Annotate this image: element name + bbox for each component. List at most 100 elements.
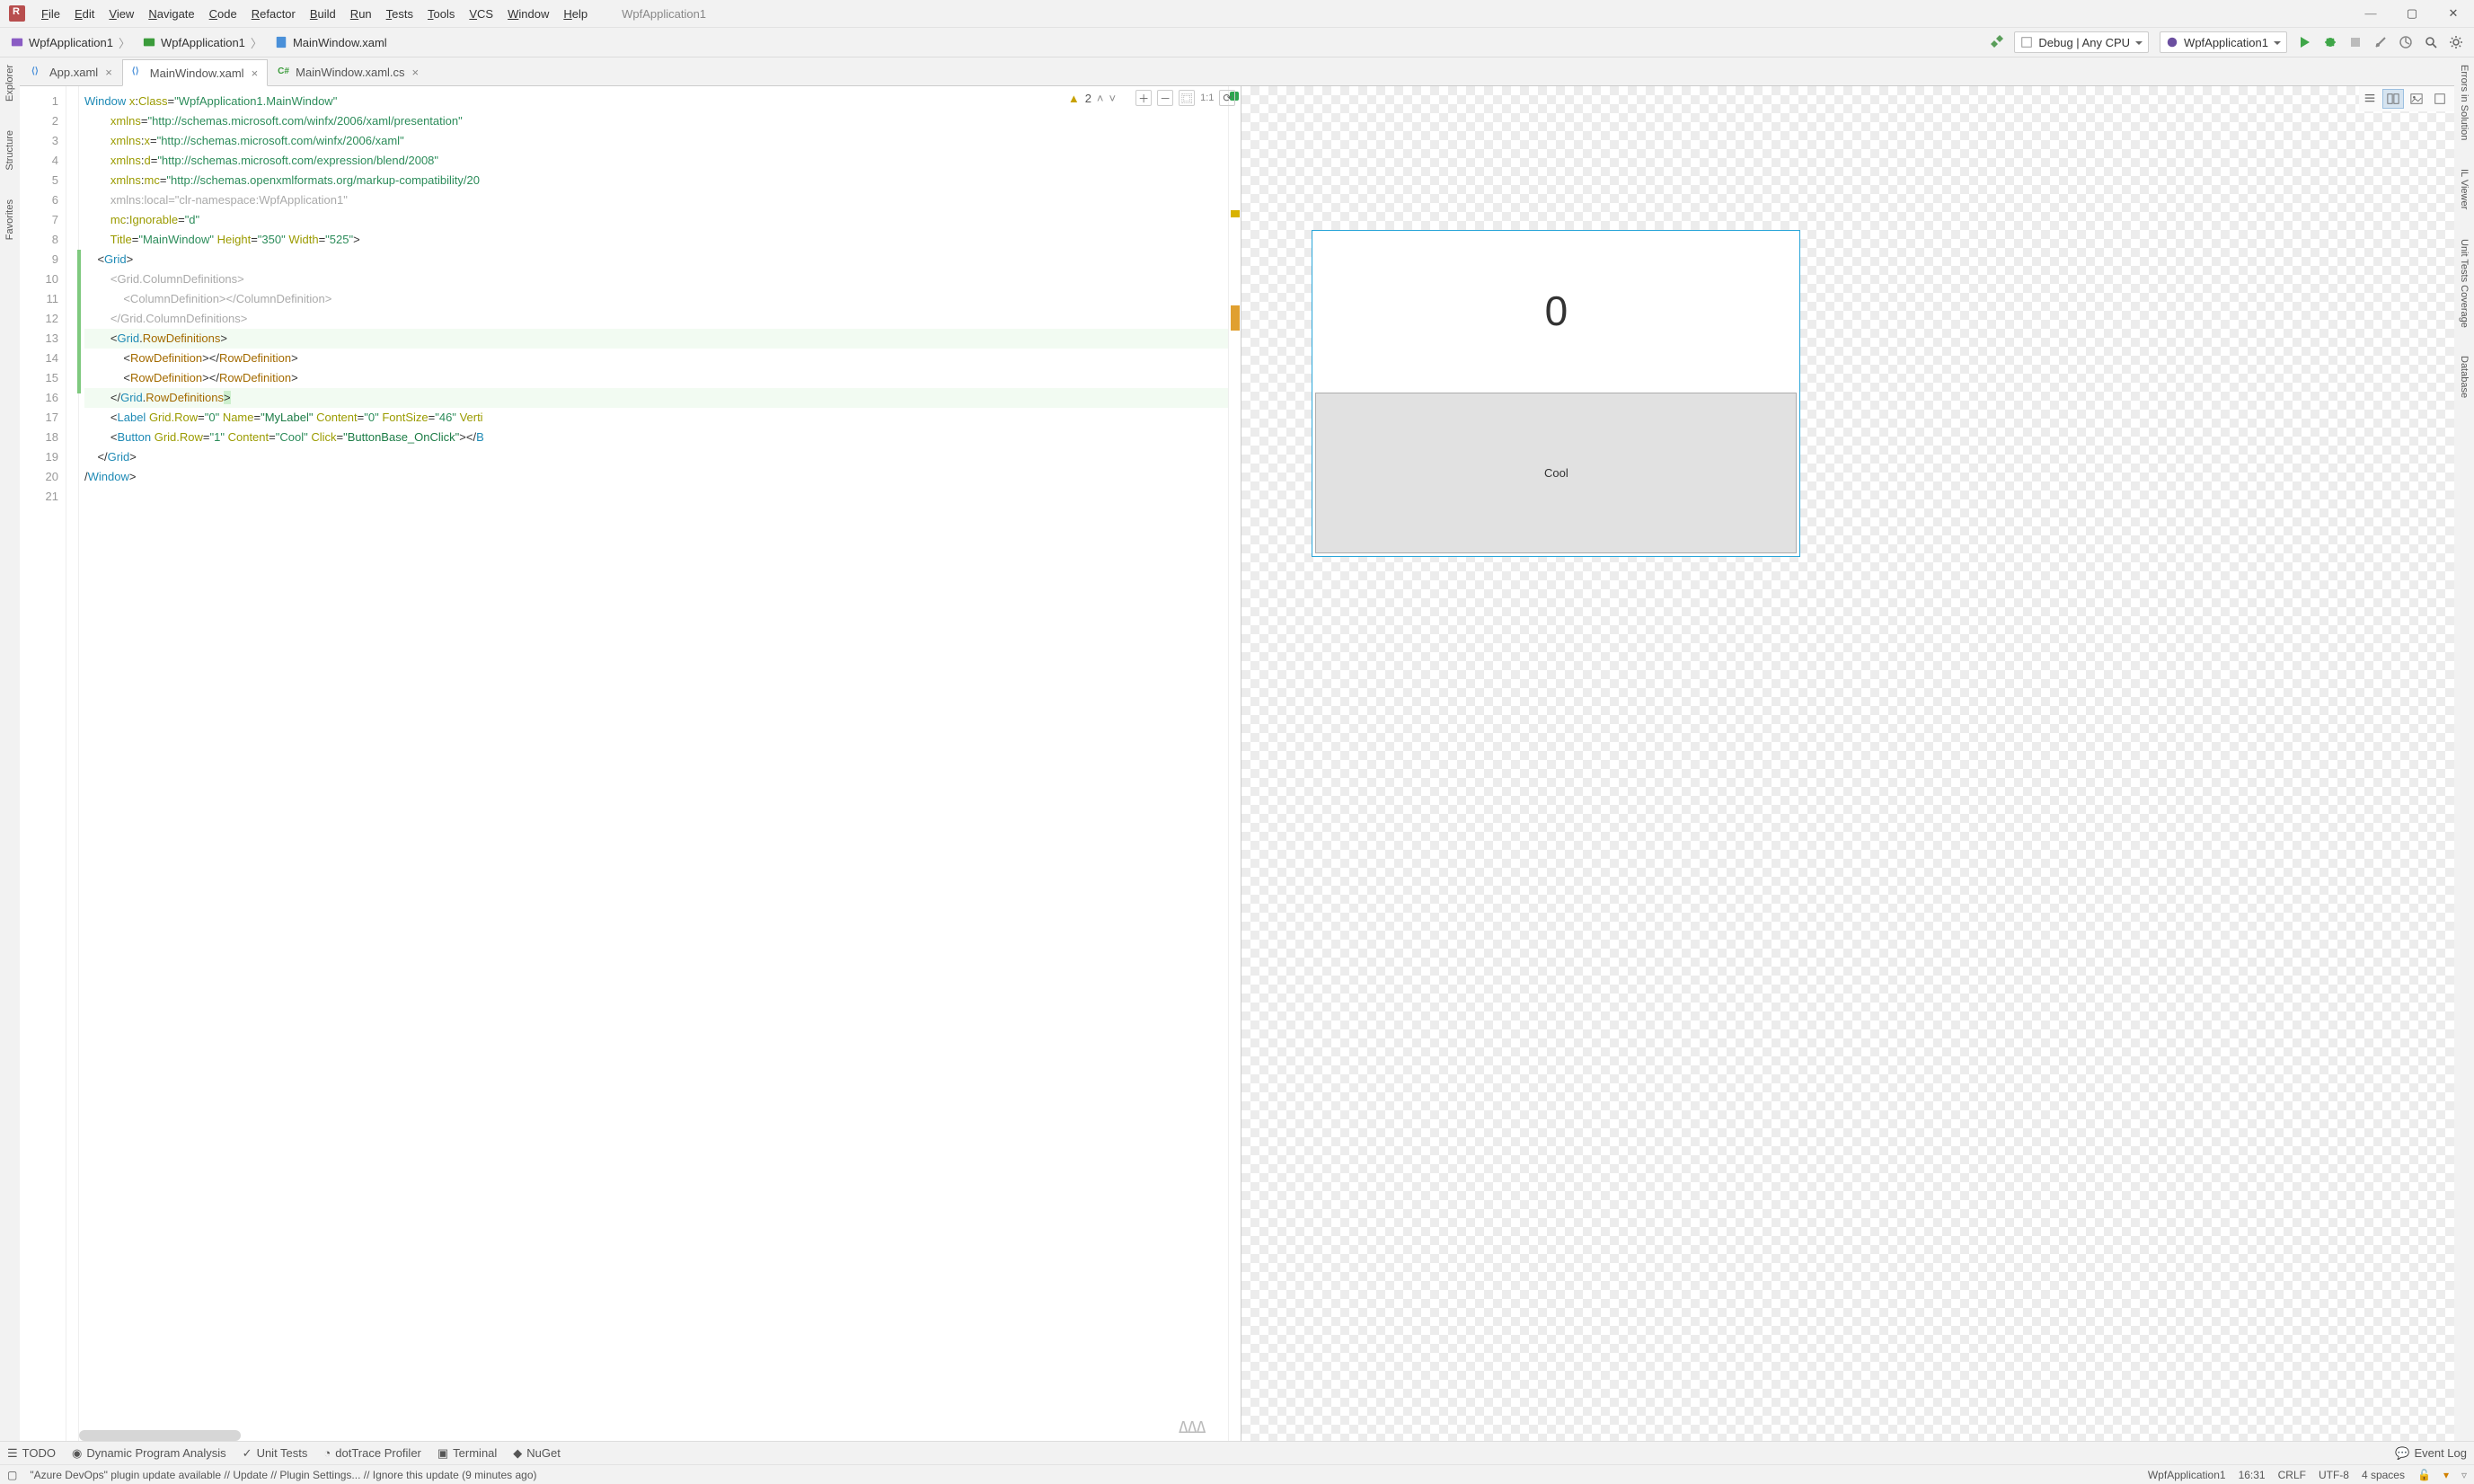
code-line[interactable]: <Grid> (84, 250, 1228, 269)
preview-canvas[interactable]: 0 Cool (1241, 86, 2454, 1441)
menu-tests[interactable]: Tests (379, 4, 420, 24)
more-icon[interactable]: ▿ (2461, 1469, 2467, 1481)
close-tab-button[interactable]: × (252, 66, 259, 80)
code-line[interactable]: xmlns:mc="http://schemas.openxmlformats.… (84, 171, 1228, 190)
refresh-button[interactable]: ⟳ (1219, 90, 1235, 106)
maximize-button[interactable]: ▢ (2391, 0, 2433, 27)
breadcrumb-solution[interactable]: WpfApplication1 〉 (5, 32, 139, 53)
nuget-tool-tab[interactable]: ◆NuGet (513, 1446, 561, 1461)
build-config-selector[interactable]: Debug | Any CPU (2014, 31, 2149, 53)
view-mode-fullscreen[interactable] (2429, 89, 2451, 109)
menu-help[interactable]: Help (556, 4, 595, 24)
code-line[interactable]: <RowDefinition></RowDefinition> (84, 368, 1228, 388)
editor-tab[interactable]: C#MainWindow.xaml.cs× (268, 58, 429, 85)
database-tool-tab[interactable]: Database (2459, 352, 2470, 402)
zoom-reset-button[interactable]: 1:1 (1200, 93, 1214, 103)
code-line[interactable]: <RowDefinition></RowDefinition> (84, 349, 1228, 368)
close-tab-button[interactable]: × (412, 66, 420, 79)
minimize-button[interactable]: — (2350, 0, 2391, 27)
view-mode-split[interactable] (2382, 89, 2404, 109)
dpa-tool-tab[interactable]: ◉Dynamic Program Analysis (72, 1446, 226, 1461)
prev-highlight-button[interactable]: ˄ (1097, 92, 1104, 105)
zoom-in-button[interactable]: ＋ (1135, 90, 1152, 106)
view-mode-code[interactable] (2359, 89, 2381, 109)
unit-tests-coverage-tool-tab[interactable]: Unit Tests Coverage (2459, 235, 2470, 331)
menu-window[interactable]: Window (500, 4, 556, 24)
status-project[interactable]: WpfApplication1 (2148, 1469, 2226, 1481)
stop-button[interactable] (2345, 31, 2366, 53)
profile-button[interactable] (2395, 31, 2417, 53)
warning-count[interactable]: 2 (1085, 92, 1091, 105)
close-tab-button[interactable]: × (105, 66, 112, 79)
unit-tests-tool-tab[interactable]: ✓Unit Tests (243, 1446, 308, 1461)
inlay-hints-icon: ΔΔΔ (1179, 1418, 1206, 1437)
readonly-lock-icon[interactable]: 🔓 (2417, 1469, 2431, 1481)
menu-run[interactable]: Run (343, 4, 379, 24)
code-line[interactable]: </Grid> (84, 447, 1228, 467)
attach-button[interactable] (2370, 31, 2391, 53)
horizontal-scrollbar[interactable] (79, 1430, 241, 1441)
code-line[interactable]: xmlns:x="http://schemas.microsoft.com/wi… (84, 131, 1228, 151)
menu-tools[interactable]: Tools (420, 4, 462, 24)
todo-tool-tab[interactable]: ☰TODO (7, 1446, 56, 1461)
code-line[interactable]: </Grid.ColumnDefinitions> (84, 309, 1228, 329)
debug-button[interactable] (2319, 31, 2341, 53)
code-line[interactable]: <Button Grid.Row="1" Content="Cool" Clic… (84, 428, 1228, 447)
search-everywhere-button[interactable] (2420, 31, 2442, 53)
run-button[interactable] (2294, 31, 2316, 53)
code-line[interactable]: <Label Grid.Row="0" Name="MyLabel" Conte… (84, 408, 1228, 428)
menu-edit[interactable]: Edit (67, 4, 102, 24)
status-message[interactable]: "Azure DevOps" plugin update available /… (30, 1469, 536, 1481)
event-log-tool-tab[interactable]: 💬Event Log (2395, 1446, 2467, 1461)
errors-in-solution-tool-tab[interactable]: Errors in Solution (2459, 61, 2470, 144)
zoom-out-button[interactable]: － (1157, 90, 1173, 106)
view-mode-design[interactable] (2406, 89, 2427, 109)
code-line[interactable]: mc:Ignorable="d" (84, 210, 1228, 230)
editor-tab[interactable]: ⟨⟩App.xaml× (22, 58, 122, 85)
settings-button[interactable] (2445, 31, 2467, 53)
code-line[interactable]: Title="MainWindow" Height="350" Width="5… (84, 230, 1228, 250)
explorer-tool-tab[interactable]: Explorer (4, 61, 15, 105)
code-line[interactable]: Window x:Class="WpfApplication1.MainWind… (84, 92, 1228, 111)
menu-code[interactable]: Code (202, 4, 244, 24)
code-line[interactable]: xmlns:d="http://schemas.microsoft.com/ex… (84, 151, 1228, 171)
menu-build[interactable]: Build (303, 4, 343, 24)
menu-vcs[interactable]: VCS (462, 4, 500, 24)
menu-view[interactable]: View (102, 4, 141, 24)
editor-tab[interactable]: ⟨⟩MainWindow.xaml× (122, 59, 268, 86)
code-line[interactable] (84, 487, 1228, 507)
dottrace-tool-tab[interactable]: ◔dotTrace Profiler (323, 1446, 420, 1460)
code-line[interactable]: xmlns:local="clr-namespace:WpfApplicatio… (84, 190, 1228, 210)
terminal-tool-tab[interactable]: ▣Terminal (437, 1446, 497, 1461)
code-line[interactable]: /Window> (84, 467, 1228, 487)
close-button[interactable]: ✕ (2433, 0, 2474, 27)
warning-marker[interactable] (1231, 210, 1240, 217)
code-line[interactable]: <ColumnDefinition></ColumnDefinition> (84, 289, 1228, 309)
indent-info[interactable]: 4 spaces (2362, 1469, 2405, 1481)
warning-marker[interactable] (1231, 305, 1240, 331)
line-separator[interactable]: CRLF (2278, 1469, 2306, 1481)
next-highlight-button[interactable]: ˅ (1109, 92, 1117, 105)
tool-windows-toggle-icon[interactable]: ▢ (7, 1469, 17, 1481)
memory-indicator-icon[interactable]: ▾ (2443, 1469, 2449, 1481)
caret-position[interactable]: 16:31 (2239, 1469, 2266, 1481)
code-line[interactable]: <Grid.RowDefinitions> (84, 329, 1228, 349)
run-config-selector[interactable]: WpfApplication1 (2160, 31, 2287, 53)
menu-file[interactable]: File (34, 4, 67, 24)
menu-refactor[interactable]: Refactor (244, 4, 303, 24)
il-viewer-tool-tab[interactable]: IL Viewer (2459, 165, 2470, 213)
breadcrumb-project[interactable]: WpfApplication1 〉 (137, 32, 271, 53)
breadcrumb-file[interactable]: MainWindow.xaml (269, 34, 396, 51)
build-button[interactable] (1985, 31, 2007, 53)
structure-tool-tab[interactable]: Structure (4, 127, 15, 174)
error-stripe[interactable] (1228, 86, 1241, 1441)
code-area[interactable]: Window x:Class="WpfApplication1.MainWind… (79, 86, 1228, 1441)
code-line[interactable]: xmlns="http://schemas.microsoft.com/winf… (84, 111, 1228, 131)
code-line[interactable]: </Grid.RowDefinitions> (84, 388, 1228, 408)
favorites-tool-tab[interactable]: Favorites (4, 196, 15, 243)
code-line[interactable]: <Grid.ColumnDefinitions> (84, 269, 1228, 289)
fit-width-button[interactable]: ⿴ (1179, 90, 1195, 106)
code-editor[interactable]: 123456789101112131415161718192021 Window… (20, 86, 1241, 1441)
menu-navigate[interactable]: Navigate (141, 4, 201, 24)
file-encoding[interactable]: UTF-8 (2319, 1469, 2349, 1481)
